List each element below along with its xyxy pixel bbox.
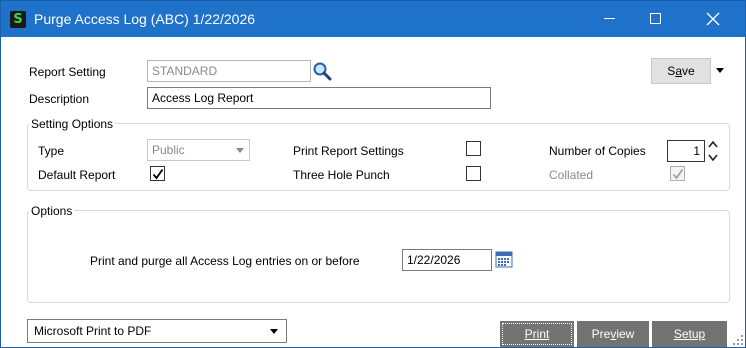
report-setting-label: Report Setting	[29, 65, 106, 79]
save-label-accelerator: a	[675, 64, 682, 78]
print-label: Print	[524, 327, 550, 341]
number-of-copies-label: Number of Copies	[549, 144, 646, 158]
minimize-icon	[603, 18, 615, 20]
chevron-down-icon	[236, 148, 244, 153]
purge-access-log-window: S Purge Access Log (ABC) 1/22/2026 Repor…	[0, 0, 746, 348]
print-report-settings-checkbox[interactable]	[466, 141, 481, 156]
chevron-down-icon	[270, 329, 278, 334]
minimize-button[interactable]	[586, 1, 632, 37]
default-report-checkbox[interactable]	[150, 166, 165, 181]
setup-button[interactable]: Setup	[652, 321, 727, 347]
type-label: Type	[38, 144, 65, 158]
report-setting-field[interactable]: STANDARD	[147, 60, 311, 82]
chevron-down-icon	[716, 68, 724, 74]
description-label: Description	[29, 92, 90, 106]
title-bar[interactable]: S Purge Access Log (ABC) 1/22/2026	[1, 1, 745, 37]
search-icon[interactable]	[312, 61, 332, 81]
spinner-up-icon	[708, 140, 718, 148]
printer-select-value: Microsoft Print to PDF	[34, 324, 152, 338]
setting-options-label: Setting Options	[29, 117, 116, 131]
save-dropdown-button[interactable]	[711, 58, 729, 84]
collated-checkbox[interactable]	[670, 166, 685, 181]
default-report-label: Default Report	[38, 168, 116, 182]
calendar-icon[interactable]	[495, 250, 513, 268]
sage-app-icon: S	[10, 11, 26, 28]
copies-spinner[interactable]	[706, 138, 720, 164]
print-report-settings-label: Print Report Settings	[293, 144, 404, 158]
purge-date-label: Print and purge all Access Log entries o…	[90, 254, 360, 268]
printer-select[interactable]: Microsoft Print to PDF	[27, 319, 287, 343]
window-title: Purge Access Log (ABC) 1/22/2026	[34, 11, 256, 27]
purge-date-input[interactable]: 1/22/2026	[402, 249, 492, 271]
resize-grip-icon[interactable]	[732, 334, 744, 346]
preview-label-part: Pre	[591, 327, 611, 341]
description-field[interactable]: Access Log Report	[147, 87, 491, 109]
type-select-value: Public	[152, 143, 185, 157]
preview-label-part: iew	[616, 327, 635, 341]
options-label: Options	[29, 204, 75, 218]
checkmark-icon	[672, 169, 684, 180]
collated-label: Collated	[549, 168, 594, 182]
maximize-icon	[649, 13, 661, 25]
close-button[interactable]	[690, 1, 736, 37]
print-button[interactable]: Print	[500, 321, 574, 347]
number-of-copies-input[interactable]: 1	[667, 140, 705, 162]
maximize-button[interactable]	[632, 1, 678, 37]
type-select[interactable]: Public	[147, 139, 250, 161]
setup-label: Setup	[673, 327, 706, 341]
close-icon	[706, 12, 720, 26]
save-label-part: ve	[682, 64, 695, 78]
three-hole-punch-label: Three Hole Punch	[293, 168, 390, 182]
preview-button[interactable]: Preview	[577, 321, 649, 347]
three-hole-punch-checkbox[interactable]	[466, 166, 481, 181]
save-button[interactable]: Save	[651, 58, 711, 84]
spinner-down-icon	[708, 154, 718, 162]
checkmark-icon	[152, 168, 164, 180]
